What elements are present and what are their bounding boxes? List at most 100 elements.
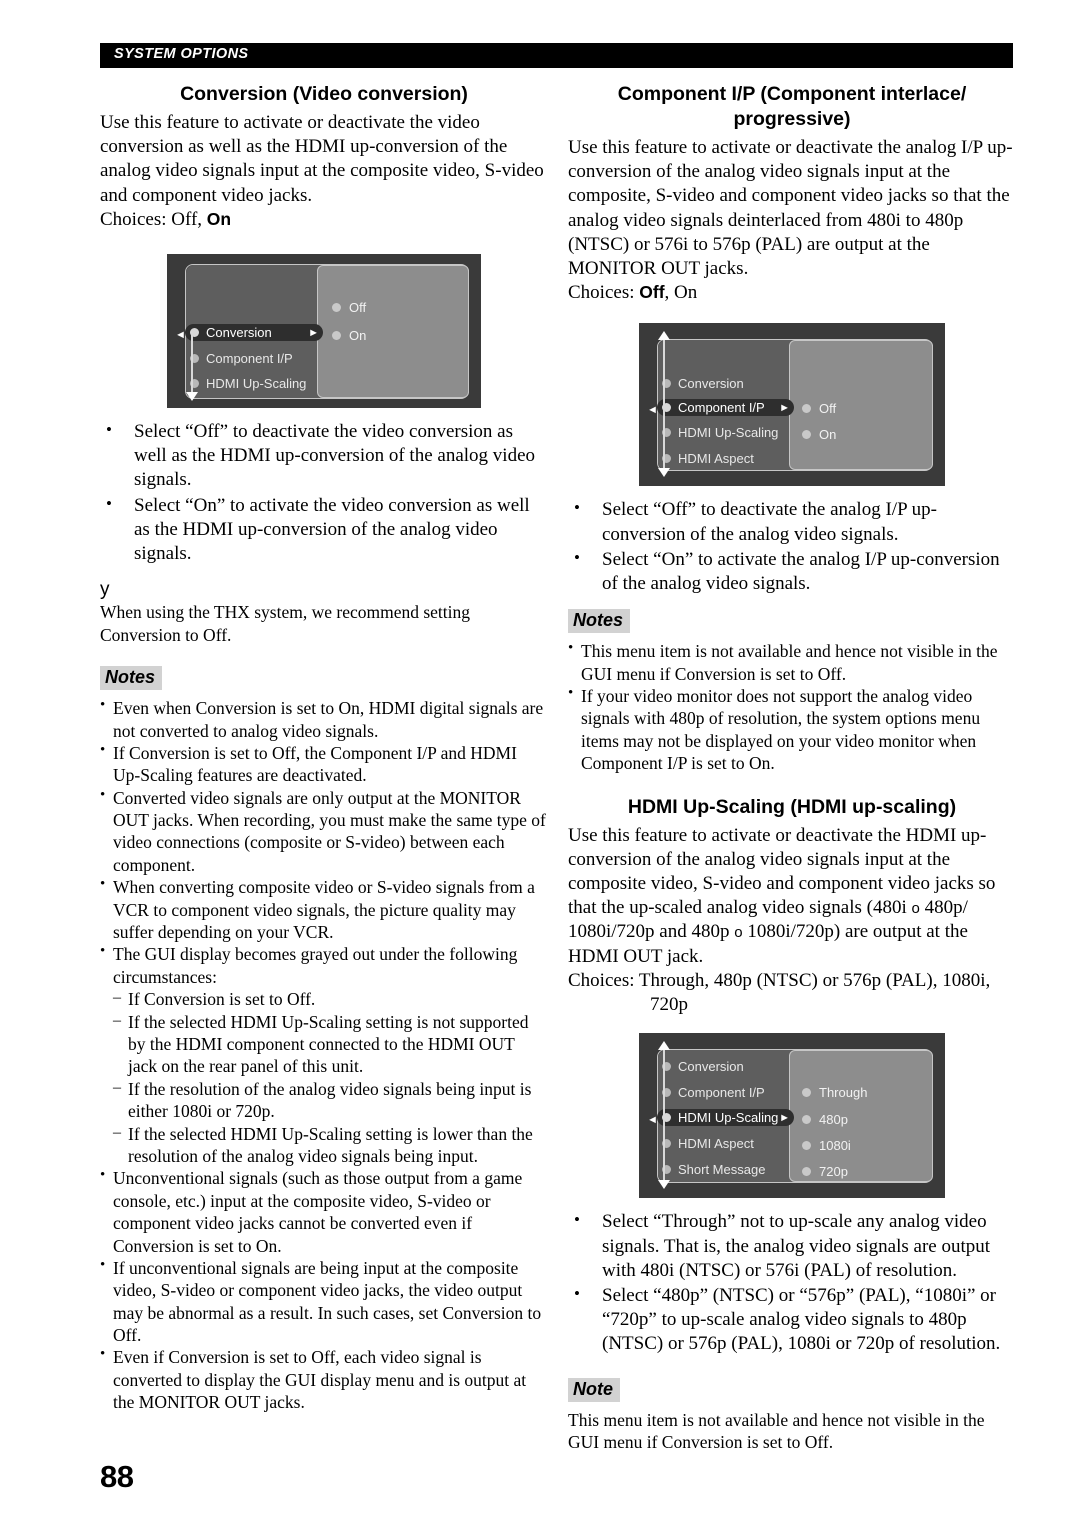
gui-option-1080i[interactable]: 1080i (802, 1138, 851, 1153)
grayed-out-conditions-list: If Conversion is set to Off. If the sele… (113, 988, 548, 1167)
gui-option-label: Off (349, 300, 367, 316)
gui-menu-item-component-ip[interactable]: Component I/P ► (657, 399, 794, 417)
gui-menu-item-hdmi-up-scaling[interactable]: HDMI Up-Scaling ► (657, 1109, 794, 1127)
gui-menu-item-short-message[interactable]: Short Message (662, 1162, 765, 1177)
gui-option-label: 480p (819, 1112, 848, 1128)
hdmi-up-scaling-body-text: Use this feature to activate or deactiva… (568, 824, 1016, 969)
choices-option-off: Off (639, 282, 665, 303)
choices-mid-text: (NTSC) or (756, 969, 839, 991)
document-page: SYSTEM OPTIONS Conversion (Video convers… (0, 0, 1080, 1526)
gui-option-label: 1080i (819, 1138, 851, 1154)
component-ip-notes-list: This menu item is not available and henc… (568, 639, 1016, 775)
scroll-track (191, 330, 193, 393)
gui-option-label: On (819, 427, 837, 443)
gui-menu-item-conversion[interactable]: Conversion (662, 1059, 744, 1074)
scroll-track (663, 340, 665, 469)
scroll-down-arrow-icon[interactable] (658, 1180, 670, 1190)
choices-option-480p: 480p (713, 969, 752, 991)
gui-option-on[interactable]: On (332, 328, 366, 343)
choices-option-on: , On (664, 282, 698, 304)
bullet-dot-icon (802, 1167, 811, 1177)
gui-option-label: On (349, 328, 367, 344)
gui-menu-item-label: Component I/P (678, 400, 765, 416)
chevron-right-icon: ► (308, 326, 319, 339)
bullet-dot-icon (802, 430, 811, 440)
tip-marker: y (100, 579, 110, 601)
gui-option-480p[interactable]: 480p (802, 1112, 848, 1127)
hdmi-up-scaling-choices: Choices: Through, 480p (NTSC) or 576p (P… (568, 969, 1016, 1017)
list-item: Even if Conversion is set to Off, each v… (100, 1345, 548, 1413)
gui-option-label: Through (819, 1085, 868, 1101)
scroll-track (663, 1050, 665, 1181)
note-text: This menu item is not available and henc… (568, 1409, 985, 1453)
choices-option-576p: 576p (843, 969, 882, 991)
scroll-up-arrow-icon[interactable] (658, 1041, 670, 1051)
sub-list-item: If the resolution of the analog video si… (113, 1078, 548, 1123)
conversion-body-text: Use this feature to activate or deactiva… (100, 111, 544, 206)
list-item: If unconventional signals are being inpu… (100, 1256, 548, 1347)
gui-menu-item-label: Short Message (678, 1162, 766, 1178)
bullet-dot-icon (802, 1141, 811, 1151)
gui-menu-item-component-ip[interactable]: Component I/P (190, 351, 293, 366)
gui-menu-item-conversion[interactable]: Conversion (662, 376, 744, 391)
scroll-down-arrow-icon[interactable] (186, 392, 198, 402)
gui-menu-item-conversion[interactable]: Conversion ► (185, 324, 323, 342)
list-item: When converting composite video or S-vid… (100, 875, 548, 943)
gui-menu-item-label: HDMI Aspect (678, 451, 754, 467)
gui-menu-item-component-ip[interactable]: Component I/P (662, 1085, 765, 1100)
choices-option-off: Off, (171, 208, 203, 230)
conversion-choices: Choices: Off, On (100, 208, 548, 232)
list-item: The GUI display becomes grayed out under… (100, 942, 548, 1167)
note-badge: Note (568, 1377, 620, 1402)
scroll-down-arrow-icon[interactable] (658, 468, 670, 478)
gui-option-off[interactable]: Off (802, 401, 836, 416)
choices-option-on: On (206, 208, 232, 229)
chevron-right-icon: ► (779, 401, 790, 414)
scroll-up-arrow-icon[interactable] (658, 331, 670, 341)
list-item: Unconventional signals (such as those ou… (100, 1166, 548, 1257)
gui-menu-item-hdmi-up-scaling[interactable]: HDMI Up-Scaling (662, 425, 778, 440)
left-column: Conversion (Video conversion) Use this f… (100, 82, 548, 1414)
hdmi-up-scaling-select-bullets: Select “Through” not to up-scale any ana… (568, 1209, 1016, 1357)
gui-menu-item-label: HDMI Up-Scaling (206, 376, 307, 392)
gui-menu-component-ip: Conversion ◄ Component I/P ► HDMI Up-Sca… (639, 323, 945, 487)
list-item: Select “On” to activate the video conver… (100, 493, 548, 567)
gui-option-off[interactable]: Off (332, 300, 366, 315)
arrow-glyph-icon: o (734, 924, 743, 942)
page-title-conversion: Conversion (Video conversion) (180, 83, 468, 105)
sub-list-item: If the selected HDMI Up-Scaling setting … (113, 1011, 548, 1078)
list-item: Select “On” to activate the analog I/P u… (568, 547, 1016, 596)
list-item: If your video monitor does not support t… (568, 684, 1016, 775)
gui-option-through[interactable]: Through (802, 1085, 867, 1100)
choices-label: Choices: (100, 208, 167, 230)
gui-menu-item-label: Conversion (206, 325, 272, 341)
gui-option-720p[interactable]: 720p (802, 1164, 848, 1179)
gui-option-on[interactable]: On (802, 427, 836, 442)
right-column: Component I/P (Component interlace/ prog… (568, 82, 1016, 1453)
gui-menu-conversion: ◄ Conversion ► Component I/P HDMI Up-Sca… (167, 254, 481, 409)
sub-list-item: If the selected HDMI Up-Scaling setting … (113, 1123, 548, 1168)
running-head-bar: SYSTEM OPTIONS (100, 43, 1013, 68)
bullet-dot-icon (332, 303, 341, 313)
page-title-hdmi-up-scaling: HDMI Up-Scaling (HDMI up-scaling) (627, 795, 957, 818)
gui-menu-hdmi-up-scaling: Conversion Component I/P ◄ HDMI Up-Scali… (639, 1033, 945, 1199)
page-title-component-ip: Component I/P (Component interlace/ prog… (617, 83, 967, 130)
conversion-notes-list: Even when Conversion is set to On, HDMI … (100, 696, 548, 1414)
gui-menu-item-hdmi-up-scaling[interactable]: HDMI Up-Scaling (190, 376, 306, 391)
running-head-label: SYSTEM OPTIONS (114, 46, 249, 62)
choices-label: Choices: (568, 282, 635, 304)
arrow-glyph-icon: o (911, 900, 920, 918)
notes-badge: Notes (568, 609, 631, 634)
component-ip-select-bullets: Select “Off” to deactivate the analog I/… (568, 497, 1016, 596)
notes-badge: Notes (100, 666, 163, 691)
bullet-dot-icon (802, 1115, 811, 1125)
list-item: Select “480p” (NTSC) or “576p” (PAL), “1… (568, 1283, 1016, 1357)
list-item: If Conversion is set to Off, the Compone… (100, 741, 548, 787)
gui-menu-item-hdmi-aspect[interactable]: HDMI Aspect (662, 451, 754, 466)
bullet-dot-icon (802, 1088, 811, 1098)
gui-menu-item-hdmi-aspect[interactable]: HDMI Aspect (662, 1136, 754, 1151)
conversion-select-bullets: Select “Off” to deactivate the video con… (100, 419, 548, 567)
gui-menu-item-label: Component I/P (206, 351, 293, 367)
list-item: Select “Off” to deactivate the analog I/… (568, 497, 1016, 546)
gui-menu-item-label: HDMI Aspect (678, 1136, 754, 1152)
